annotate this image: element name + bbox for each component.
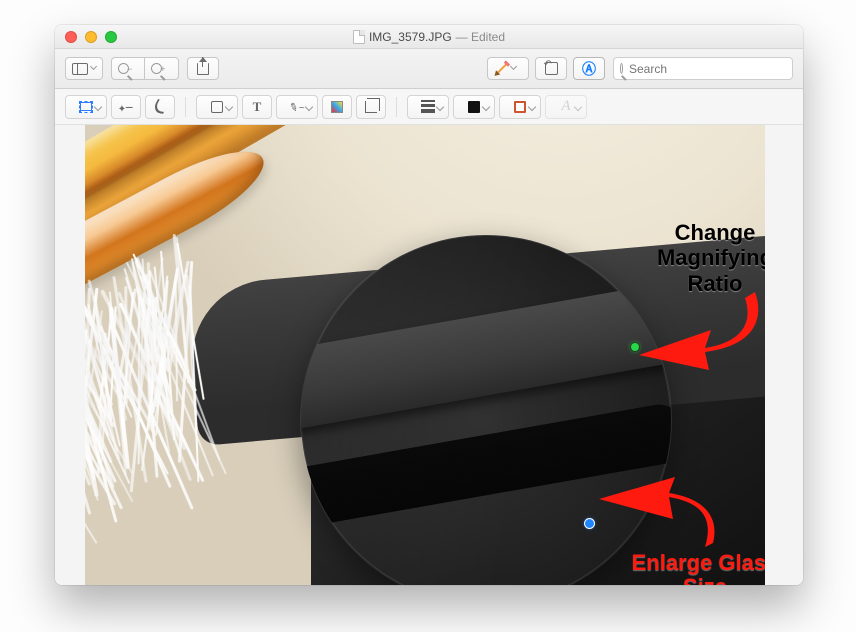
chevron-down-icon [305, 102, 313, 110]
title-filename: IMG_3579.JPG [369, 30, 452, 44]
zoom-out-button[interactable]: − [111, 57, 144, 80]
sketch-tool[interactable] [145, 95, 175, 119]
document-proxy-icon[interactable] [353, 30, 365, 44]
chevron-down-icon [225, 102, 233, 110]
font-icon: A [561, 98, 570, 115]
markup-icon: Ⓐ [582, 59, 596, 79]
rotate-button[interactable] [535, 57, 567, 80]
line-style-icon [421, 98, 435, 115]
adjust-color-icon [331, 101, 343, 113]
wand-icon [118, 99, 135, 115]
chevron-down-icon [90, 63, 97, 70]
instant-alpha-tool[interactable] [111, 95, 141, 119]
chevron-down-icon [528, 102, 536, 110]
sign-icon [289, 99, 304, 114]
close-icon[interactable] [65, 31, 77, 43]
chevron-down-icon [436, 102, 444, 110]
photo-content: Change Magnifying Ratio Enlarge Glass Si… [85, 125, 765, 585]
annotation-enlarge-size: Enlarge Glass Size [595, 551, 765, 585]
arrow-to-green-handle [635, 290, 765, 370]
loupe-resize-handle[interactable] [585, 519, 594, 528]
text-icon: T [253, 99, 262, 115]
markup-toolbar: T A [55, 89, 803, 125]
markup-button[interactable]: Ⓐ [573, 57, 605, 80]
sidebar-toggle[interactable] [65, 57, 103, 80]
selection-rect-icon [79, 101, 93, 113]
titlebar[interactable]: IMG_3579.JPG — Edited [55, 25, 803, 49]
window-title: IMG_3579.JPG — Edited [55, 30, 803, 44]
zoom-icon[interactable] [105, 31, 117, 43]
shape-style-tool[interactable] [407, 95, 449, 119]
sketch-icon [151, 99, 170, 114]
adjust-size-tool[interactable] [356, 95, 386, 119]
anno-line: Change [675, 220, 756, 245]
fill-color-tool[interactable] [453, 95, 495, 119]
anno-line: Magnifying [657, 245, 765, 270]
search-icon [620, 63, 623, 74]
window-controls [65, 31, 117, 43]
rotate-icon [545, 62, 558, 75]
share-button[interactable] [187, 57, 219, 80]
stroke-icon [514, 101, 526, 113]
zoom-group: − + [111, 57, 179, 80]
chevron-down-icon [574, 102, 582, 110]
zoom-in-button[interactable]: + [144, 57, 178, 80]
adjust-size-icon [365, 101, 377, 113]
font-style-tool[interactable]: A [545, 95, 587, 119]
shapes-tool[interactable] [196, 95, 238, 119]
main-toolbar: − + Ⓐ [55, 49, 803, 89]
minimize-icon[interactable] [85, 31, 97, 43]
fill-icon [468, 101, 480, 113]
document-canvas[interactable]: Change Magnifying Ratio Enlarge Glass Si… [55, 125, 803, 585]
border-color-tool[interactable] [499, 95, 541, 119]
share-icon [197, 63, 209, 75]
anno-line: Size [683, 574, 727, 585]
preview-window: IMG_3579.JPG — Edited − + [55, 25, 803, 585]
arrow-to-blue-handle [595, 477, 725, 555]
highlight-icon [496, 63, 507, 74]
anno-line: Enlarge Glass [632, 550, 765, 575]
separator [396, 97, 397, 117]
separator [185, 97, 186, 117]
sidebar-icon [72, 63, 88, 75]
chevron-down-icon [94, 102, 102, 110]
chevron-down-icon [509, 63, 516, 70]
adjust-color-tool[interactable] [322, 95, 352, 119]
search-field[interactable] [613, 57, 793, 80]
highlight-button[interactable] [487, 57, 529, 80]
text-tool[interactable]: T [242, 95, 272, 119]
chevron-down-icon [482, 102, 490, 110]
shape-icon [211, 101, 223, 113]
selection-tool[interactable] [65, 95, 107, 119]
annotation-magnify-ratio: Change Magnifying Ratio [615, 220, 765, 296]
sign-tool[interactable] [276, 95, 318, 119]
search-input[interactable] [627, 61, 786, 77]
title-edited-suffix: — Edited [456, 30, 505, 44]
